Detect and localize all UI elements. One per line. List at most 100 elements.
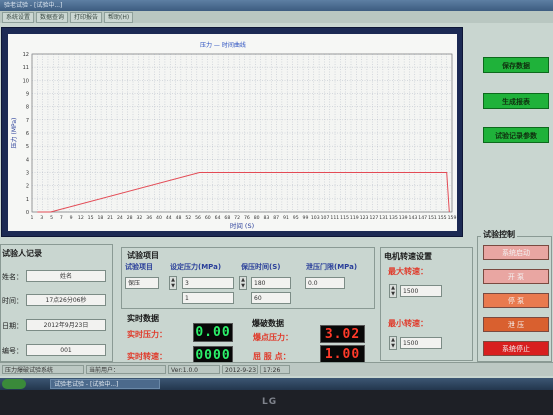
x-tick-label: 36 (146, 215, 152, 221)
x-tick-label: 21 (107, 215, 113, 221)
status-version: Ver:1.0.0 (168, 365, 220, 374)
status-date: 2012-9-23 (222, 365, 258, 374)
time-label: 时间： (2, 297, 23, 305)
motor-speed-title: 电机转速设置 (384, 252, 432, 261)
x-tick-label: 119 (350, 215, 359, 221)
max-speed-input[interactable]: 1500 (400, 285, 442, 297)
test-record-params-button[interactable]: 试验记录参数 (483, 127, 549, 143)
x-tick-label: 159 (448, 215, 457, 221)
hold-time-input-1[interactable]: 180 (251, 277, 291, 289)
start-button[interactable] (2, 379, 26, 389)
name-field[interactable]: 姓名 (26, 270, 106, 282)
generate-report-button[interactable]: 生成报表 (483, 93, 549, 109)
x-tick-label: 131 (379, 215, 388, 221)
y-tick-label: 1 (26, 197, 29, 203)
save-data-button[interactable]: 保存数据 (483, 57, 549, 73)
pressure-time-chart: 01234567891011121 3 5 7 9 12 15 18 21 24 28 32 36 40 4… (10, 52, 457, 230)
x-tick-label: 5 (50, 215, 53, 221)
number-field[interactable]: 001 (26, 344, 106, 356)
monitor-brand-logo: LG (262, 397, 278, 407)
system-start-button[interactable]: 系统启动 (483, 245, 549, 260)
date-field[interactable]: 2012年9月23日 (26, 319, 106, 331)
chart-area: 0 1 2 3 4 5 6 7 8 9 10 11 12 1 3 5 7 9 12 15 18 21 24 28 32 36 40 4… (8, 34, 457, 231)
burst-title: 爆破数据 (252, 319, 284, 328)
y-tick-label: 9 (26, 92, 29, 98)
pressure-release-button[interactable]: 泄 压 (483, 317, 549, 332)
x-tick-label: 60 (205, 215, 211, 221)
pump-on-button[interactable]: 开 泵 (483, 269, 549, 284)
status-app-name: 压力爆破试验系统 (2, 365, 84, 374)
x-tick-label: 32 (137, 215, 143, 221)
x-tick-label: 56 (195, 215, 201, 221)
x-tick-label: 143 (409, 215, 418, 221)
pressure-input-2[interactable]: 1 (182, 292, 234, 304)
pump-off-button[interactable]: 停 泵 (483, 293, 549, 308)
x-tick-label: 24 (117, 215, 123, 221)
x-tick-label: 28 (127, 215, 133, 221)
x-tick-label: 68 (224, 215, 230, 221)
pressure-stepper[interactable]: ▲ ▼ (169, 276, 177, 290)
y-tick-label: 6 (26, 131, 29, 137)
x-tick-label: 15 (88, 215, 94, 221)
test-item-select[interactable]: 保压 (125, 277, 159, 289)
x-tick-label: 99 (303, 215, 309, 221)
x-axis-label: 时间 (S) (230, 221, 254, 230)
number-label: 编号： (2, 347, 23, 355)
x-tick-label: 40 (156, 215, 162, 221)
min-speed-input[interactable]: 1500 (400, 337, 442, 349)
x-tick-label: 64 (215, 215, 221, 221)
y-axis-label: 压力 (MPa) (10, 118, 18, 149)
y-tick-label: 4 (26, 157, 29, 163)
x-tick-label: 48 (176, 215, 182, 221)
menu-item-help[interactable]: 帮助(H) (104, 12, 134, 23)
min-speed-stepper[interactable]: ▲ ▼ (389, 336, 397, 350)
y-tick-label: 11 (23, 65, 29, 71)
max-speed-label: 最大转速： (388, 267, 428, 276)
test-item-title: 试验项目 (127, 251, 159, 260)
x-tick-label: 83 (263, 215, 269, 221)
x-tick-label: 135 (389, 215, 398, 221)
burst-point-display: 3.02 (320, 325, 365, 343)
realtime-title: 实时数据 (127, 314, 159, 323)
pressure-input-1[interactable]: 3 (182, 277, 234, 289)
x-tick-label: 155 (438, 215, 447, 221)
date-label: 日期： (2, 322, 23, 330)
x-tick-label: 52 (185, 215, 191, 221)
x-tick-label: 7 (60, 215, 63, 221)
header-hold-time: 保压时间(S) (241, 263, 281, 271)
hold-time-input-2[interactable]: 60 (251, 292, 291, 304)
x-tick-label: 3 (40, 215, 43, 221)
burst-point-label: 爆点压力： (253, 333, 293, 342)
menu-item-settings[interactable]: 系统设置 (2, 12, 35, 23)
realtime-pressure-display: 0.00 (193, 323, 233, 342)
menu-item-query[interactable]: 数据查询 (36, 12, 69, 23)
header-set-pressure: 设定压力(MPa) (170, 263, 222, 271)
yield-point-display: 1.00 (320, 345, 365, 363)
y-tick-label: 7 (26, 118, 29, 124)
header-release-limit: 泄压门限(MPa) (306, 263, 358, 271)
release-limit-input[interactable]: 0.0 (305, 277, 345, 289)
x-tick-label: 111 (330, 215, 339, 221)
y-tick-label: 2 (26, 184, 29, 190)
menu-item-print[interactable]: 打印报告 (70, 12, 103, 23)
x-tick-label: 107 (321, 215, 330, 221)
status-time: 17:26 (260, 365, 290, 374)
x-tick-label: 139 (399, 215, 408, 221)
status-bar: 压力爆破试验系统 当前用户： Ver:1.0.0 2012-9-23 17:26 (0, 362, 553, 376)
x-tick-label: 1 (31, 215, 34, 221)
time-field[interactable]: 17点26分06秒 (26, 294, 106, 306)
header-test-item: 试验项目 (125, 263, 153, 271)
taskbar-app-item[interactable]: 试验老试验 - [试验中...] (50, 379, 160, 389)
x-tick-label: 9 (70, 215, 73, 221)
menu-bar: 系统设置 数据查询 打印报告 帮助(H) (0, 11, 553, 23)
x-tick-label: 80 (254, 215, 260, 221)
max-speed-stepper[interactable]: ▲ ▼ (389, 284, 397, 298)
hold-time-stepper[interactable]: ▲ ▼ (239, 276, 247, 290)
min-speed-label: 最小转速： (388, 319, 428, 328)
system-stop-button[interactable]: 系统停止 (483, 341, 549, 356)
realtime-speed-label: 实时转速： (127, 352, 167, 361)
x-tick-label: 72 (234, 215, 240, 221)
y-tick-label: 10 (23, 78, 29, 84)
x-tick-label: 95 (293, 215, 299, 221)
x-tick-label: 76 (244, 215, 250, 221)
